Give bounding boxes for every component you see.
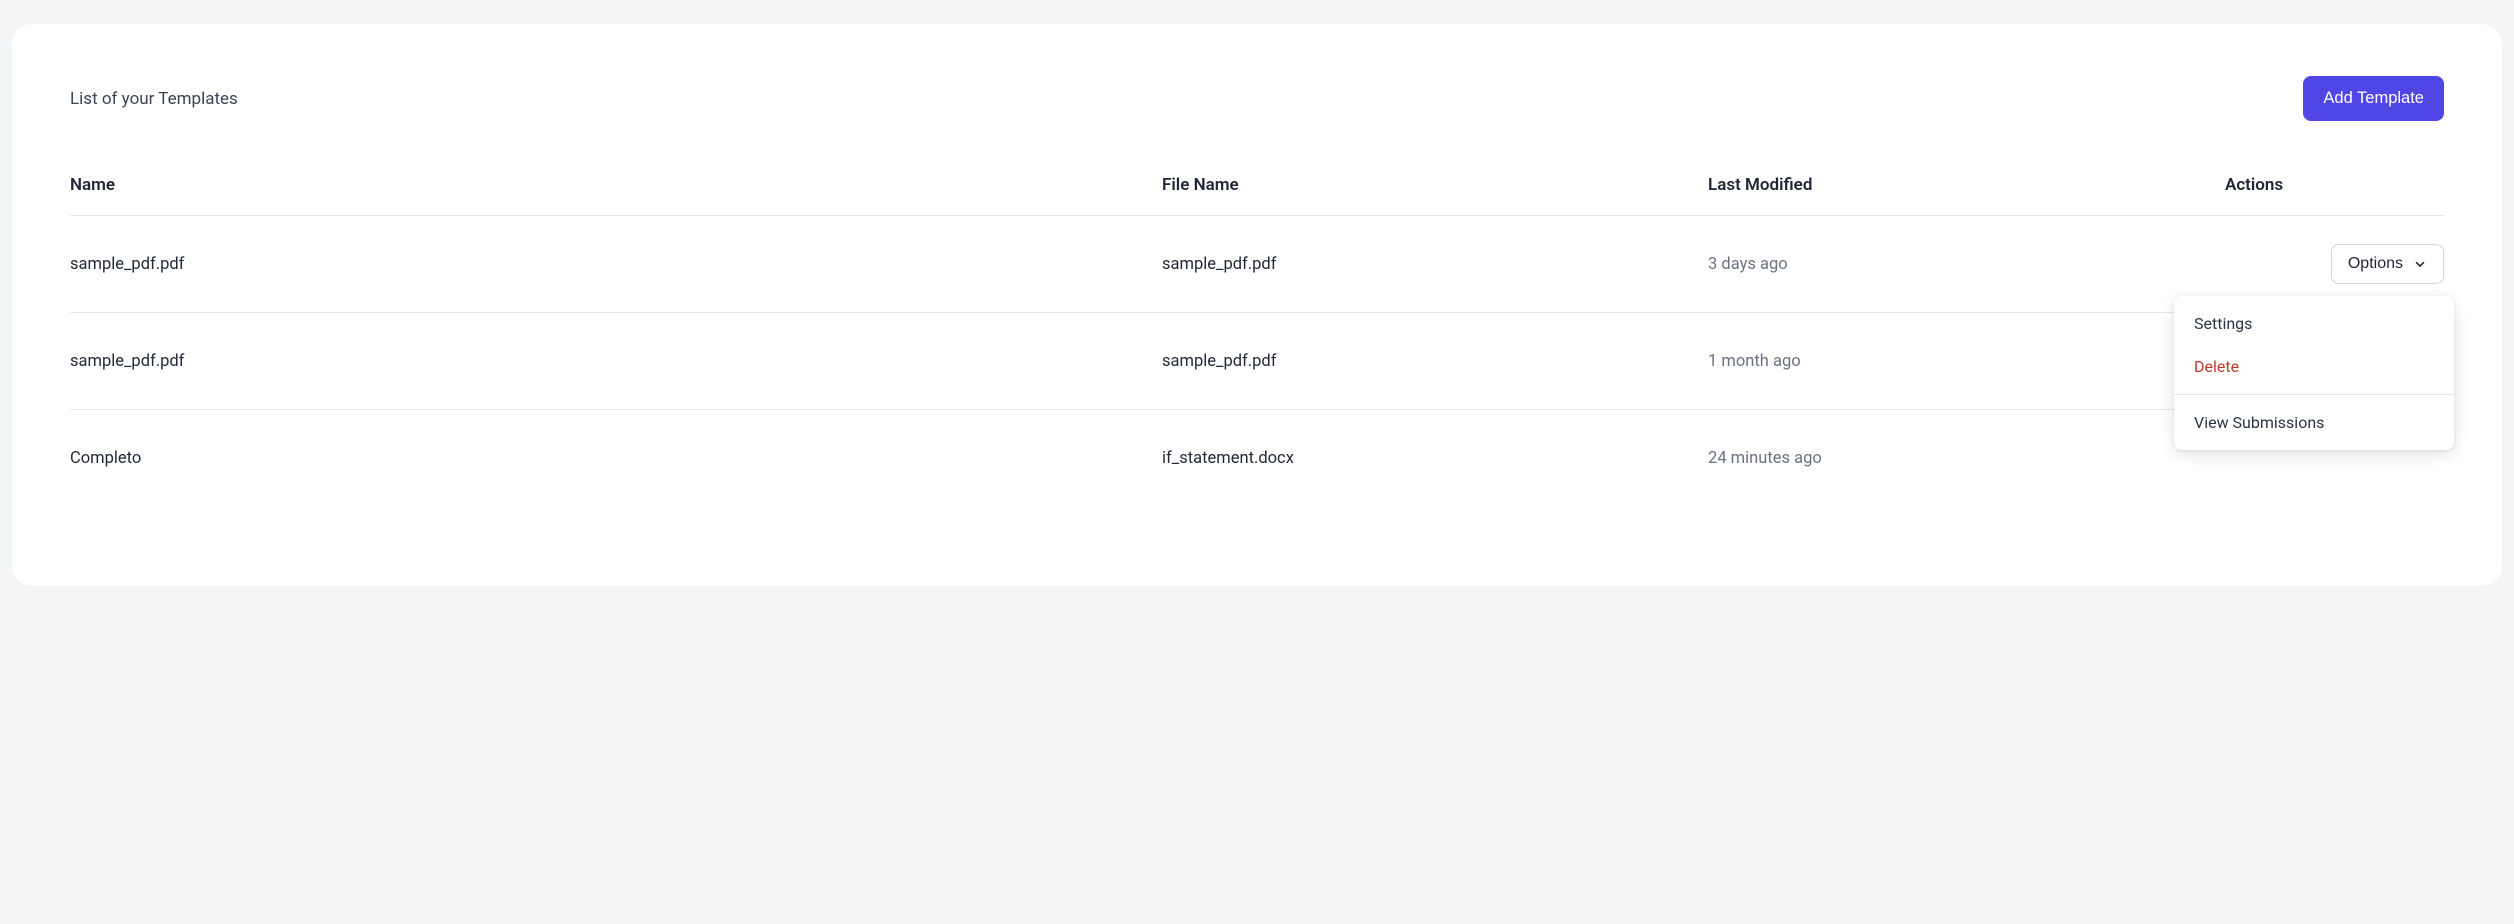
cell-name: sample_pdf.pdf [70, 216, 1162, 313]
dropdown-section: Settings Delete [2174, 296, 2454, 394]
options-dropdown: Settings Delete View Submissions [2174, 296, 2454, 450]
options-button[interactable]: Options [2331, 244, 2444, 284]
table-row: sample_pdf.pdf sample_pdf.pdf 1 month ag… [70, 313, 2444, 410]
cell-modified: 3 days ago [1708, 216, 2064, 313]
templates-card: List of your Templates Add Template Name… [12, 24, 2502, 586]
cell-modified: 1 month ago [1708, 313, 2064, 410]
cell-file: sample_pdf.pdf [1162, 216, 1708, 313]
cell-name: Completo [70, 410, 1162, 507]
table-row: sample_pdf.pdf sample_pdf.pdf 3 days ago… [70, 216, 2444, 313]
dropdown-item-settings[interactable]: Settings [2174, 302, 2454, 345]
options-label: Options [2348, 255, 2403, 273]
cell-modified: 24 minutes ago [1708, 410, 2064, 507]
col-header-name: Name [70, 175, 1162, 216]
col-header-modified: Last Modified [1708, 175, 2064, 216]
header-row: List of your Templates Add Template [70, 76, 2444, 121]
dropdown-item-delete[interactable]: Delete [2174, 345, 2454, 388]
chevron-down-icon [2413, 257, 2427, 271]
dropdown-section: View Submissions [2174, 394, 2454, 450]
add-template-button[interactable]: Add Template [2303, 76, 2444, 121]
dropdown-item-view-submissions[interactable]: View Submissions [2174, 401, 2454, 444]
cell-file: if_statement.docx [1162, 410, 1708, 507]
page-title: List of your Templates [70, 89, 238, 109]
col-header-file: File Name [1162, 175, 1708, 216]
table-row: Completo if_statement.docx 24 minutes ag… [70, 410, 2444, 507]
col-header-actions: Actions [2064, 175, 2444, 216]
templates-table: Name File Name Last Modified Actions sam… [70, 175, 2444, 506]
cell-file: sample_pdf.pdf [1162, 313, 1708, 410]
table-header-row: Name File Name Last Modified Actions [70, 175, 2444, 216]
cell-name: sample_pdf.pdf [70, 313, 1162, 410]
